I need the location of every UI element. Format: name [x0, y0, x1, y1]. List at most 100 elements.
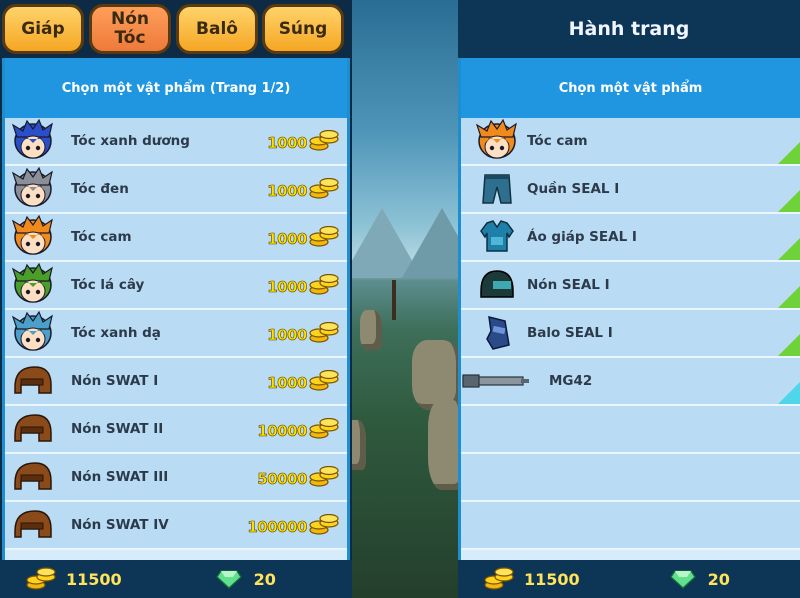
tab-armor[interactable]: Giáp — [2, 4, 84, 54]
shop-item-row[interactable]: Nón SWAT III 50000 — [5, 454, 347, 502]
inventory-empty-slot — [461, 454, 800, 502]
inventory-title-bar: Hành trang — [458, 0, 800, 58]
item-icon-slot — [5, 453, 61, 501]
item-name: Nón SEAL I — [527, 277, 610, 293]
gold-coins-icon — [309, 322, 339, 343]
category-tab-bar: Giáp Nón Tóc Balô Súng — [0, 0, 352, 58]
inventory-header-text: Chọn một vật phẩm — [558, 80, 703, 96]
inventory-empty-slot — [461, 502, 800, 550]
item-price: 1000 — [267, 278, 308, 297]
swat-helmet-icon — [14, 366, 52, 394]
swat-helmet-icon — [14, 462, 52, 490]
swat-helmet-icon — [14, 414, 52, 442]
item-icon-slot — [5, 213, 61, 261]
tab-label: Nón — [110, 9, 149, 29]
shop-item-row[interactable]: Nón SWAT IV 100000 — [5, 502, 347, 550]
item-name: Nón SWAT II — [71, 421, 164, 437]
item-icon-slot — [461, 309, 527, 357]
shop-header: Chọn một vật phẩm (Trang 1/2) — [5, 58, 347, 118]
pants-icon — [482, 174, 512, 204]
gold-coins-icon — [309, 418, 339, 439]
shop-item-row[interactable]: Nón SWAT I 1000 — [5, 358, 347, 406]
tab-gun[interactable]: Súng — [262, 4, 344, 54]
item-name: Tóc xanh dương — [71, 133, 190, 149]
inventory-item-list: Tóc cam Quần SEAL I Áo giáp SEAL I Nón SEAL… — [461, 118, 800, 550]
tab-label: Giáp — [21, 18, 65, 39]
gold-coins-icon — [309, 226, 339, 247]
item-name: MG42 — [549, 373, 593, 389]
item-equipped-marker — [778, 334, 800, 356]
shop-item-row[interactable]: Nón SWAT II 10000 — [5, 406, 347, 454]
item-name: Áo giáp SEAL I — [527, 229, 637, 245]
item-name: Tóc xanh dạ — [71, 325, 161, 341]
shop-item-row[interactable]: Tóc xanh dạ 1000 — [5, 310, 347, 358]
inventory-item-row[interactable]: Áo giáp SEAL I — [461, 214, 800, 262]
item-price: 100000 — [247, 518, 308, 537]
item-price: 1000 — [267, 182, 308, 201]
item-price: 50000 — [257, 470, 308, 489]
item-icon-slot — [461, 117, 527, 165]
item-equipped-marker — [778, 190, 800, 212]
item-name: Nón SWAT III — [71, 469, 169, 485]
item-price: 1000 — [267, 326, 308, 345]
shop-wallet-footer: 11500 20 — [0, 560, 352, 598]
rock — [352, 420, 366, 470]
rock — [360, 310, 382, 350]
tab-backpack[interactable]: Balô — [176, 4, 258, 54]
tab-hat-hair[interactable]: Nón Tóc — [89, 4, 171, 54]
inventory-item-row[interactable]: Nón SEAL I — [461, 262, 800, 310]
item-name: Nón SWAT IV — [71, 517, 169, 533]
item-price: 1000 — [267, 134, 308, 153]
item-name: Quần SEAL I — [527, 181, 620, 197]
gold-coins-icon — [484, 567, 514, 590]
inventory-item-row[interactable]: Tóc cam — [461, 118, 800, 166]
rock — [428, 400, 458, 490]
green-hair-icon — [11, 262, 53, 303]
shop-item-row[interactable]: Tóc lá cây 1000 — [5, 262, 347, 310]
gem-icon — [669, 570, 696, 589]
item-icon-slot — [5, 405, 61, 453]
seal-helmet-icon — [480, 270, 514, 298]
inventory-item-row[interactable]: MG42 — [461, 358, 800, 406]
item-price: 1000 — [267, 374, 308, 393]
item-icon-slot — [5, 165, 61, 213]
gem-amount: 20 — [253, 569, 276, 589]
item-name: Tóc đen — [71, 181, 129, 197]
gold-coins-icon — [309, 514, 339, 535]
gold-coins-icon — [309, 274, 339, 295]
item-icon-slot — [461, 261, 527, 309]
orange-hair-icon — [11, 214, 53, 255]
shop-header-text: Chọn một vật phẩm (Trang 1/2) — [61, 80, 291, 96]
item-equipped-marker — [778, 142, 800, 164]
shop-item-list: Tóc xanh dương 1000 Tóc đen 1000 Tóc cam 1000… — [5, 118, 347, 550]
item-icon-slot — [461, 165, 527, 213]
inventory-item-row[interactable]: Quần SEAL I — [461, 166, 800, 214]
blue-hair-icon — [11, 118, 53, 159]
inventory-item-row[interactable]: Balo SEAL I — [461, 310, 800, 358]
swat-helmet-icon — [14, 510, 52, 538]
gold-coins-icon — [309, 466, 339, 487]
gold-amount: 11500 — [524, 569, 580, 589]
item-icon-slot — [461, 213, 527, 261]
armor-icon — [480, 220, 514, 252]
cyan-hair-icon — [11, 310, 53, 351]
item-equipped-marker — [778, 382, 800, 404]
item-icon-slot — [5, 117, 61, 165]
item-icon-slot — [5, 261, 61, 309]
background-scenery — [352, 0, 458, 598]
shop-panel: Chọn một vật phẩm (Trang 1/2) Tóc xanh d… — [2, 58, 350, 560]
tab-label: Tóc — [114, 28, 146, 48]
inventory-header: Chọn một vật phẩm — [461, 58, 800, 118]
item-icon-slot — [461, 357, 533, 405]
inventory-empty-slot — [461, 406, 800, 454]
orange-hair-icon — [475, 118, 517, 159]
shop-item-row[interactable]: Tóc cam 1000 — [5, 214, 347, 262]
item-icon-slot — [5, 309, 61, 357]
inventory-panel: Chọn một vật phẩm Tóc cam Quần SEAL I Áo g… — [458, 58, 800, 560]
gold-coins-icon — [309, 178, 339, 199]
item-icon-slot — [5, 501, 61, 549]
mountain — [402, 208, 458, 278]
shop-item-row[interactable]: Tóc đen 1000 — [5, 166, 347, 214]
item-equipped-marker — [778, 286, 800, 308]
shop-item-row[interactable]: Tóc xanh dương 1000 — [5, 118, 347, 166]
